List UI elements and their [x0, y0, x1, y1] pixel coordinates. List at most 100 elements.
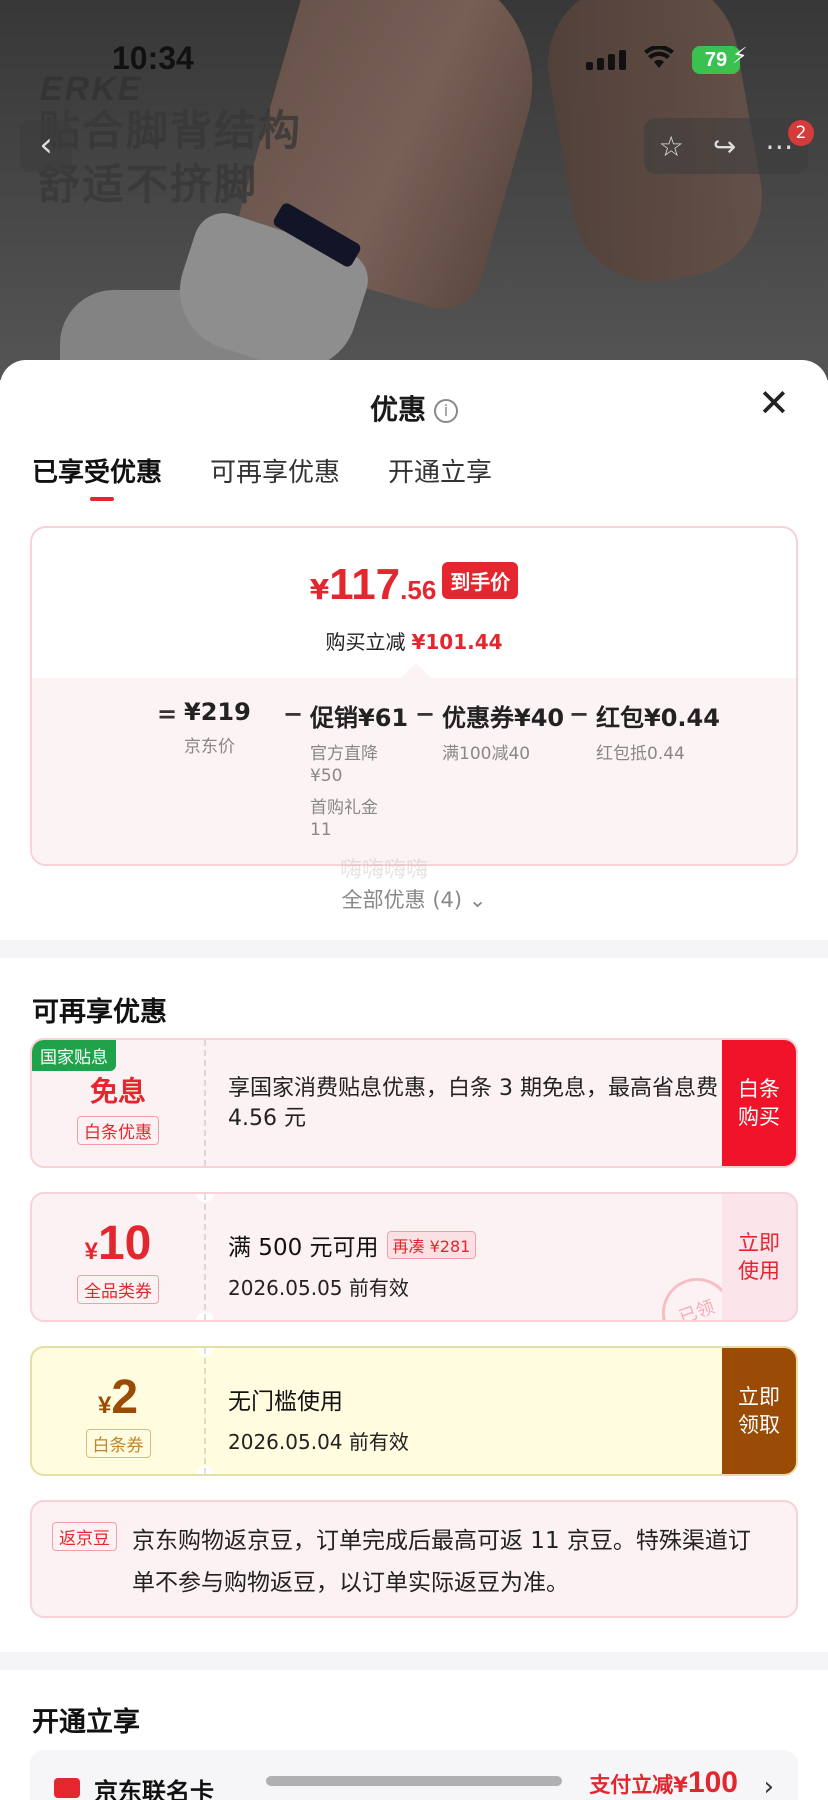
price-yen: ¥	[309, 573, 330, 606]
coupon-body: 无门槛使用 2026.05.04 前有效	[228, 1348, 718, 1474]
card-promo-amount: 100	[687, 1766, 738, 1799]
formula-minus: −	[414, 700, 436, 728]
section-divider	[0, 940, 828, 958]
coupon-all-category: ¥10 全品类券 满 500 元可用 再凑 ¥281 2026.05.05 前有效…	[30, 1192, 798, 1322]
formula-desc: 红包抵0.44	[596, 744, 685, 764]
formula-item-red-packet: 红包¥0.44 红包抵0.44	[596, 698, 720, 765]
wifi-icon	[644, 44, 674, 77]
use-now-button[interactable]: 立即 使用	[722, 1194, 796, 1320]
co-branded-card-row[interactable]: 京东联名卡 支付立减¥100 ›	[30, 1750, 798, 1800]
coupon-yen: ¥	[84, 1238, 98, 1265]
jd-bean-rebate: 返京豆 京东购物返京豆，订单完成后最高可返 11 京豆。特殊渠道订单不参与购物返…	[30, 1500, 798, 1618]
card-promo: 支付立减¥100	[589, 1766, 738, 1800]
top-actions: ☆ ↪ ⋯	[644, 118, 808, 174]
tab-enjoyed[interactable]: 已享受优惠	[32, 452, 162, 503]
coupon-type-tag: 白条券	[85, 1429, 151, 1458]
formula-minus: −	[282, 700, 304, 728]
close-icon: ✕	[758, 381, 790, 425]
formula-item-promotion: 促销¥61 官方直降 ¥50 首购礼金 11	[310, 698, 408, 841]
final-price-card: ¥117.56 到手价 购买立减 ¥101.44 = ¥219 京东价 − 促销¥6…	[30, 526, 798, 866]
instant-discount-amount: ¥101.44	[411, 630, 503, 654]
sheet-title-text: 优惠	[369, 393, 426, 426]
coupon-baitiao: ¥2 白条券 无门槛使用 2026.05.04 前有效 立即领取	[30, 1346, 798, 1476]
credit-card-icon	[54, 1778, 80, 1798]
formula-value: ¥219	[184, 698, 251, 726]
button-label-line: 白条	[738, 1077, 780, 1101]
section-divider	[0, 1652, 828, 1670]
formula-desc: 官方直降 ¥50 首购礼金 11	[310, 743, 408, 841]
formula-value: 优惠券¥40	[442, 704, 565, 732]
all-deals-toggle[interactable]: 全部优惠 (4) ⌄	[0, 884, 828, 914]
card-name: 京东联名卡	[94, 1778, 214, 1800]
formula-desc-line: 官方直降	[310, 744, 378, 764]
coupon-condition-text: 满 500 元可用	[228, 1235, 379, 1261]
formula-value: 促销¥61	[310, 704, 409, 732]
formula-desc-line: ¥50	[310, 766, 343, 786]
gov-subsidy-badge: 国家贴息	[32, 1040, 116, 1071]
coupon-expiry: 2026.05.05 前有效	[228, 1276, 409, 1300]
coupon-condition: 满 500 元可用 再凑 ¥281	[228, 1228, 718, 1262]
button-label-line: 购买	[738, 1105, 780, 1129]
status-time: 10:34	[112, 40, 194, 76]
favorite-star-icon[interactable]: ☆	[659, 130, 684, 163]
home-indicator[interactable]	[266, 1776, 562, 1786]
back-button[interactable]: ‹	[20, 120, 72, 172]
message-badge: 2	[788, 120, 814, 146]
charging-bolt-icon: ⚡	[732, 44, 748, 69]
formula-desc-line: 11	[310, 820, 332, 840]
status-bar: 10:34 79 ⚡	[0, 0, 828, 110]
formula-minus: −	[568, 700, 590, 728]
cellular-signal-icon	[586, 50, 626, 70]
final-price-tag: 到手价	[442, 562, 519, 599]
sheet-title: 优惠 i	[0, 388, 828, 428]
coupon-body: 满 500 元可用 再凑 ¥281 2026.05.05 前有效	[228, 1194, 718, 1320]
button-label-line: 立即	[738, 1385, 780, 1409]
price-formula: = ¥219 京东价 − 促销¥61 官方直降 ¥50 首购礼金 11 − 优惠…	[150, 698, 720, 841]
formula-equals: =	[156, 700, 178, 728]
jd-bean-description: 京东购物返京豆，订单完成后最高可返 11 京豆。特殊渠道订单不参与购物返豆，以订…	[132, 1528, 751, 1596]
share-icon[interactable]: ↪	[713, 130, 736, 163]
tab-open-to-enjoy[interactable]: 开通立享	[388, 452, 492, 503]
formula-value: 红包¥0.44	[596, 704, 720, 732]
coupon-expiry: 2026.05.04 前有效	[228, 1430, 409, 1454]
coupon-value: 2	[111, 1371, 139, 1424]
coupon-description: 享国家消费贴息优惠，白条 3 期免息，最高省息费 4.56 元	[228, 1076, 718, 1131]
back-arrow-icon: ‹	[39, 125, 53, 165]
coupon-divider	[204, 1040, 206, 1166]
coupon-main-text: 免息	[89, 1075, 146, 1108]
price-breakdown: = ¥219 京东价 − 促销¥61 官方直降 ¥50 首购礼金 11 − 优惠…	[32, 678, 796, 864]
button-label-line: 立即	[738, 1231, 780, 1255]
formula-item-list-price: ¥219 京东价	[184, 698, 276, 758]
baitiao-buy-button[interactable]: 白条 购买	[722, 1040, 796, 1166]
instant-discount-label: 购买立减	[325, 630, 406, 654]
coupon-yen: ¥	[97, 1392, 112, 1419]
chevron-right-icon: ›	[763, 1772, 774, 1800]
coupon-interest-free: 免息 白条优惠 国家贴息 享国家消费贴息优惠，白条 3 期免息，最高省息费 4.…	[30, 1038, 798, 1168]
coupon-left: ¥2 白条券	[32, 1348, 204, 1474]
final-price: ¥117.56 到手价	[32, 560, 796, 610]
tab-more-available[interactable]: 可再享优惠	[210, 452, 340, 503]
formula-desc: 京东价	[184, 737, 235, 757]
discount-tabs: 已享受优惠 可再享优惠 开通立享	[32, 452, 492, 503]
add-more-chip: 再凑 ¥281	[386, 1231, 477, 1259]
coupon-left: ¥10 全品类券	[32, 1194, 204, 1320]
instant-discount: 购买立减 ¥101.44	[32, 626, 796, 655]
formula-desc-line: 首购礼金	[310, 798, 378, 818]
jd-bean-tag: 返京豆	[52, 1522, 117, 1551]
info-icon[interactable]: i	[434, 399, 458, 423]
coupon-type-tag: 全品类券	[77, 1275, 159, 1304]
formula-desc: 满100减40	[442, 744, 531, 764]
discount-sheet: 优惠 i ✕ 已享受优惠 可再享优惠 开通立享 ¥117.56 到手价 购买立减 ¥1…	[0, 360, 828, 1800]
coupon-amount: ¥10	[32, 1216, 204, 1271]
coupon-body: 享国家消费贴息优惠，白条 3 期免息，最高省息费 4.56 元	[228, 1040, 718, 1166]
coupon-condition: 无门槛使用	[228, 1389, 343, 1415]
price-integer: 117	[329, 560, 401, 609]
coupon-value: 10	[97, 1217, 152, 1270]
button-label-line: 领取	[738, 1413, 780, 1437]
coupon-type-tag: 白条优惠	[77, 1116, 159, 1145]
price-summary: ¥117.56 到手价 购买立减 ¥101.44	[32, 528, 796, 678]
card-promo-prefix: 支付立减¥	[589, 1773, 688, 1797]
claim-now-button[interactable]: 立即 领取	[722, 1348, 796, 1474]
close-button[interactable]: ✕	[758, 384, 790, 422]
button-label-line: 使用	[738, 1259, 780, 1283]
